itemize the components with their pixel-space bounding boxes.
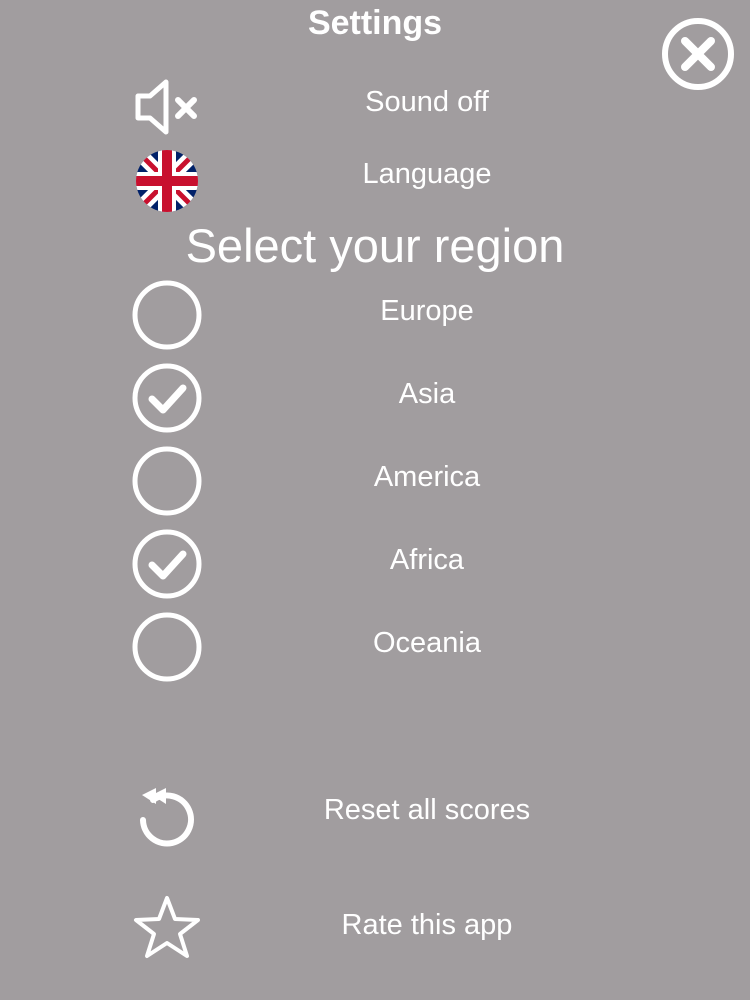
region-option-label: Asia	[398, 378, 456, 410]
region-option-label: Oceania	[372, 627, 481, 659]
empty-circle-icon	[132, 446, 202, 516]
empty-circle-icon	[132, 612, 202, 682]
speaker-muted-icon	[135, 79, 197, 135]
reset-arrow-icon	[140, 788, 194, 847]
region-option-africa[interactable]: Africa	[0, 527, 750, 601]
star-outline-icon	[134, 896, 200, 958]
language-label: Language	[362, 158, 492, 190]
page-title: Settings	[307, 4, 443, 42]
language-row[interactable]: Language	[0, 140, 750, 216]
region-option-asia[interactable]: Asia	[0, 361, 750, 435]
checked-circle-icon	[132, 363, 202, 433]
region-option-oceania[interactable]: Oceania	[0, 610, 750, 684]
region-option-label: Europe	[380, 295, 474, 327]
region-option-label: Africa	[389, 544, 465, 576]
rate-app-label: Rate this app	[341, 909, 513, 941]
rate-app-button[interactable]: Rate this app	[0, 890, 750, 970]
region-option-europe[interactable]: Europe	[0, 278, 750, 352]
reset-scores-button[interactable]: Reset all scores	[0, 774, 750, 854]
reset-scores-label: Reset all scores	[323, 794, 531, 826]
region-heading: Select your region	[185, 219, 565, 272]
sound-toggle-label: Sound off	[365, 86, 489, 118]
uk-flag-icon	[136, 150, 198, 212]
empty-circle-icon	[132, 280, 202, 350]
checked-circle-icon	[132, 529, 202, 599]
settings-screen: Settings Sound off Language Select your …	[0, 0, 750, 1000]
region-option-label: America	[373, 461, 481, 493]
region-option-america[interactable]: America	[0, 444, 750, 518]
sound-toggle-row[interactable]: Sound off	[0, 66, 750, 146]
